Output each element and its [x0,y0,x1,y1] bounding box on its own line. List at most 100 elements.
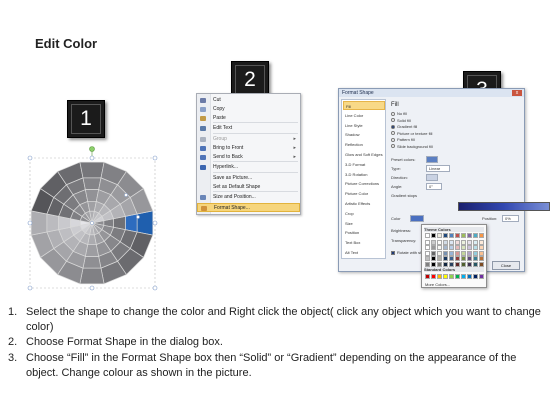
nav-item-shadow[interactable]: Shadow [343,130,385,139]
nav-item-position[interactable]: Position [343,228,385,237]
nav-item-glow-and-soft-edges[interactable]: Glow and Soft Edges [343,150,385,159]
vertex-handle[interactable] [136,215,140,219]
theme-color-swatch[interactable] [473,239,478,245]
wheel-shape[interactable] [22,145,162,300]
theme-color-swatch[interactable] [473,261,478,267]
theme-color-swatch[interactable] [461,245,466,250]
vertex-handle[interactable] [124,193,128,197]
theme-color-swatch[interactable] [431,245,436,250]
theme-color-swatch[interactable] [467,239,472,245]
theme-color-swatch[interactable] [479,256,484,261]
nav-item-3-d-format[interactable]: 3-D Format [343,160,385,169]
theme-color-swatch[interactable] [437,233,442,238]
theme-color-swatch[interactable] [461,239,466,245]
theme-color-swatch[interactable] [467,250,472,256]
theme-color-swatch[interactable] [449,233,454,238]
theme-color-swatch[interactable] [443,261,448,267]
resize-handle[interactable] [152,155,158,161]
nav-item-picture-corrections[interactable]: Picture Corrections [343,179,385,188]
theme-color-swatch[interactable] [437,245,442,250]
nav-item-text-box[interactable]: Text Box [343,238,385,247]
theme-color-swatch[interactable] [467,261,472,267]
direction-dropdown[interactable] [426,174,438,181]
nav-item-line-color[interactable]: Line Color [343,111,385,120]
theme-color-swatch[interactable] [425,256,430,261]
nav-item-picture-color[interactable]: Picture Color [343,189,385,198]
resize-handle[interactable] [27,285,33,291]
theme-color-swatch[interactable] [455,261,460,267]
theme-color-swatch[interactable] [455,233,460,238]
theme-color-swatch[interactable] [461,256,466,261]
nav-item-fill[interactable]: Fill [343,101,385,110]
theme-color-swatch[interactable] [437,250,442,256]
wheel-segment[interactable] [79,161,105,179]
wheel-segment[interactable] [82,255,102,269]
nav-item-crop[interactable]: Crop [343,209,385,218]
resize-handle[interactable] [152,220,158,226]
theme-color-swatch[interactable] [479,239,484,245]
menu-item-copy[interactable]: Copy [197,105,300,114]
wheel-segment[interactable] [46,213,60,233]
theme-color-swatch[interactable] [443,233,448,238]
theme-color-swatch[interactable] [449,239,454,245]
wheel-segment[interactable] [82,177,102,191]
standard-color-swatch[interactable] [437,274,442,279]
theme-color-swatch[interactable] [473,250,478,256]
menu-item-group[interactable]: Group ▸ [197,135,300,144]
theme-color-swatch[interactable] [473,233,478,238]
theme-color-swatch[interactable] [467,233,472,238]
menu-item-edit-text[interactable]: Edit Text [197,124,300,133]
standard-color-swatch[interactable] [455,274,460,279]
nav-item-artistic-effects[interactable]: Artistic Effects [343,199,385,208]
fill-option-pattern-fill[interactable]: Pattern fill [391,137,415,143]
theme-color-swatch[interactable] [467,245,472,250]
theme-color-swatch[interactable] [473,256,478,261]
menu-item-cut[interactable]: Cut [197,96,300,105]
theme-color-swatch[interactable] [443,239,448,245]
theme-color-swatch[interactable] [479,233,484,238]
standard-color-swatch[interactable] [461,274,466,279]
standard-color-swatch[interactable] [449,274,454,279]
standard-color-swatch[interactable] [443,274,448,279]
close-button[interactable]: Close [492,261,520,270]
theme-color-swatch[interactable] [479,245,484,250]
theme-color-swatch[interactable] [425,245,430,250]
theme-color-swatch[interactable] [449,245,454,250]
theme-color-swatch[interactable] [443,245,448,250]
theme-color-swatch[interactable] [431,261,436,267]
fill-option-gradient-fill[interactable]: Gradient fill [391,124,417,130]
nav-item-reflection[interactable]: Reflection [343,140,385,149]
standard-color-swatch[interactable] [479,274,484,279]
theme-color-swatch[interactable] [449,256,454,261]
nav-item-line-style[interactable]: Line Style [343,121,385,130]
theme-color-swatch[interactable] [443,256,448,261]
standard-color-swatch[interactable] [473,274,478,279]
theme-color-swatch[interactable] [431,239,436,245]
theme-color-swatch[interactable] [425,233,430,238]
menu-item-hyperlink[interactable]: Hyperlink... [197,163,300,172]
theme-color-swatch[interactable] [455,250,460,256]
theme-color-swatch[interactable] [455,245,460,250]
fill-option-slide-background-fill[interactable]: Slide background fill [391,144,433,150]
standard-color-swatch[interactable] [431,274,436,279]
theme-color-swatch[interactable] [461,250,466,256]
wheel-segment[interactable] [124,213,138,233]
theme-color-swatch[interactable] [455,239,460,245]
theme-color-swatch[interactable] [449,250,454,256]
theme-color-swatch[interactable] [443,250,448,256]
nav-item-size[interactable]: Size [343,219,385,228]
menu-item-size-and-position[interactable]: Size and Position... [197,193,300,202]
close-icon[interactable]: x [512,90,522,96]
vertex-handle[interactable] [90,221,94,225]
type-dropdown[interactable]: Linear [426,165,450,172]
theme-color-swatch[interactable] [425,261,430,267]
menu-item-save-as-picture[interactable]: Save as Picture... [197,174,300,183]
menu-item-format-shape[interactable]: Format Shape... [197,203,300,212]
angle-field[interactable]: 0° [426,183,442,190]
color-picker-button[interactable] [410,215,424,222]
theme-color-swatch[interactable] [455,256,460,261]
nav-item-alt-text[interactable]: Alt Text [343,248,385,257]
gradient-stops-bar[interactable] [458,202,550,211]
resize-handle[interactable] [152,285,158,291]
theme-color-swatch[interactable] [437,239,442,245]
